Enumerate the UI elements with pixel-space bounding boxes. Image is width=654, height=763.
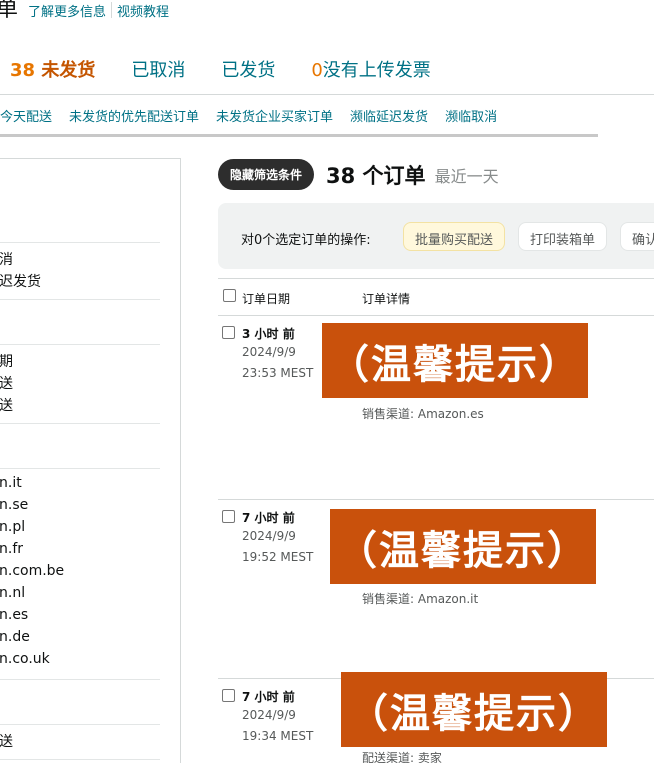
orders-table-header: 订单日期 订单详情 [218,278,654,316]
sales-channel: 销售渠道: Amazon.it [362,592,479,606]
sidebar-item[interactable]: 送 [0,731,13,751]
date-range: 最近一天 [434,166,499,186]
learn-more-link[interactable]: 了解更多信息 [28,1,106,20]
order-date: 2024/9/9 [242,529,296,543]
order-count: 38 个订单 [326,163,426,188]
orders-header: 隐藏筛选条件 38 个订单 最近一天 [218,159,499,190]
order-date: 2024/9/9 [242,708,296,722]
hide-filters-button[interactable]: 隐藏筛选条件 [218,159,315,190]
notice-banner: （温馨提示） [341,672,607,747]
subtab-near-cancel[interactable]: 濒临取消 [445,106,497,125]
bulk-actions-label: 对0个选定订单的操作: [241,233,371,248]
order-age: 3 小时 前 [242,327,295,341]
tab-label: 未发货 [41,60,96,81]
sidebar-item[interactable]: n.se [0,497,28,513]
tab-label: 没有上传发票 [322,60,431,81]
subtab-business[interactable]: 未发货企业买家订单 [216,106,333,125]
bulk-actions-bar: 对0个选定订单的操作: 批量购买配送 打印装箱单 确认 [218,203,654,269]
sidebar-divider [0,423,160,424]
order-time: 19:52 MEST [242,550,314,564]
sidebar-divider [0,299,160,300]
tab-cancelled[interactable]: 已取消 [131,56,185,82]
sidebar-divider [0,724,160,725]
sidebar-item[interactable]: 迟发货 [0,271,41,291]
select-all-checkbox[interactable] [223,289,236,302]
sidebar-item[interactable]: n.co.uk [0,651,50,667]
print-packing-slip-button[interactable]: 打印装箱单 [518,222,608,251]
sub-tabs: 今天配送 未发货的优先配送订单 未发货企业买家订单 濒临延迟发货 濒临取消 [0,106,514,125]
column-order-details: 订单详情 [362,292,411,306]
sidebar-item[interactable]: n.fr [0,541,23,557]
subtab-late-shipment[interactable]: 濒临延迟发货 [350,106,428,125]
bulk-buy-shipping-button[interactable]: 批量购买配送 [403,222,506,251]
subtabs-divider [0,134,598,137]
sidebar-divider [0,759,160,760]
filter-sidebar: 消 迟发货 期 送 送 n.it n.se n.pl n.fr n.com.be… [0,158,181,763]
order-checkbox[interactable] [222,326,235,339]
order-age: 7 小时 前 [242,511,295,525]
sidebar-divider [0,468,160,469]
column-order-date[interactable]: 订单日期 [242,290,290,307]
notice-banner: （温馨提示） [330,509,596,584]
order-age: 7 小时 前 [242,690,295,704]
status-tabs: 38 未发货 已取消 已发货 0没有上传发票 [10,56,467,82]
sidebar-item[interactable]: n.com.be [0,563,64,579]
video-tutorial-link[interactable]: 视频教程 [117,1,169,20]
tab-label: 已发货 [221,60,276,81]
tabs-divider [0,94,654,95]
confirm-button[interactable]: 确认 [620,222,654,251]
subtab-ship-today[interactable]: 今天配送 [0,106,52,125]
sidebar-item[interactable]: 送 [0,373,13,393]
order-checkbox[interactable] [222,510,235,523]
tab-count: 38 [10,60,36,81]
order-time: 23:53 MEST [242,366,314,380]
sidebar-divider [0,344,160,345]
header-divider [111,2,113,18]
tab-shipped[interactable]: 已发货 [221,56,275,82]
page-title-fragment: 单 [0,0,19,22]
tab-label: 已取消 [131,60,186,81]
sidebar-item[interactable]: 消 [0,249,13,269]
order-date: 2024/9/9 [242,345,296,359]
subtab-priority[interactable]: 未发货的优先配送订单 [69,106,199,125]
page-header: 单 了解更多信息 视频教程 [0,0,169,22]
tab-count: 0 [311,60,323,81]
sidebar-item[interactable]: n.nl [0,585,25,601]
sidebar-item[interactable]: 送 [0,395,13,415]
tab-no-invoice[interactable]: 0没有上传发票 [311,56,430,82]
sidebar-item[interactable]: n.es [0,607,28,623]
order-time: 19:34 MEST [242,729,314,743]
sidebar-item[interactable]: n.de [0,629,30,645]
sales-channel: 销售渠道: Amazon.es [362,407,484,421]
row-divider [218,499,654,500]
sidebar-item[interactable]: n.it [0,475,22,491]
sidebar-item[interactable]: n.pl [0,519,25,535]
notice-banner: （温馨提示） [322,323,588,398]
order-checkbox[interactable] [222,689,235,702]
tab-unshipped[interactable]: 38 未发货 [10,56,95,82]
sidebar-item[interactable]: 期 [0,351,13,371]
fulfillment-channel: 配送渠道: 卖家 [362,751,442,763]
sidebar-divider [0,242,160,243]
sidebar-divider [0,679,160,680]
